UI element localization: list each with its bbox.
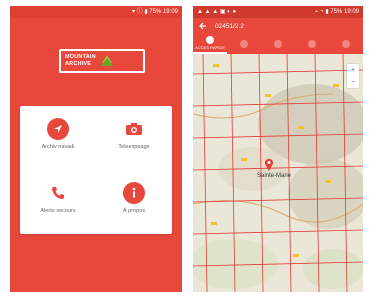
- navigation-arrow-icon: [47, 118, 69, 140]
- menu-item-about[interactable]: À propos: [96, 170, 172, 234]
- tree-logo-icon: [100, 55, 113, 66]
- camera-icon: [123, 118, 145, 140]
- toolbar-title: 02451/2.2: [215, 22, 244, 30]
- zoom-out-button[interactable]: −: [351, 79, 355, 86]
- tab-icon: [342, 39, 350, 48]
- home-screen: ▾ ⓘ ▮ 75% 19:09 MOUNTAIN ARCHIVE Archiv …: [10, 6, 182, 292]
- tab-4[interactable]: [295, 34, 329, 54]
- info-icon: [123, 182, 145, 204]
- app-logo: MOUNTAIN ARCHIVE: [59, 49, 145, 73]
- logo-text-line1: MOUNTAIN: [65, 54, 96, 60]
- logo-text: MOUNTAIN ARCHIVE: [65, 54, 96, 68]
- logo-text-line2: ARCHIVE: [65, 61, 92, 67]
- tab-icon: [308, 39, 316, 48]
- status-left: ▲ ▲ ▲ ▣ ◐ ●: [197, 9, 237, 15]
- tab-label: ACCES RAPIDE: [195, 45, 225, 50]
- topographic-map[interactable]: Sainte-Marie: [193, 54, 363, 292]
- menu-item-label: À propos: [122, 208, 145, 214]
- city-label: Sainte-Marie: [257, 173, 292, 179]
- status-bar: ▾ ⓘ ▮ 75% 19:09: [10, 6, 182, 18]
- tab-3[interactable]: [261, 34, 295, 54]
- status-text: ▾ ⓘ ▮ 75% 19:09: [131, 9, 178, 15]
- target-icon: [206, 36, 214, 44]
- menu-item-camera[interactable]: Teleexpeage: [96, 106, 172, 170]
- map-screen: ▲ ▲ ▲ ▣ ◐ ● ⌁ ◔ ▮ 75% 19:09 02451/2.2 AC…: [193, 6, 363, 292]
- tab-icon: [274, 39, 282, 48]
- tab-icon: [240, 39, 248, 48]
- tab-2[interactable]: [227, 34, 261, 54]
- zoom-controls: + −: [347, 64, 359, 88]
- location-pin-icon[interactable]: [264, 158, 274, 172]
- menu-card: Archiv navadi Teleexpeage Alerte secours…: [20, 106, 172, 234]
- app-toolbar: 02451/2.2: [193, 18, 363, 34]
- menu-item-emergency-call[interactable]: Alerte secours: [20, 170, 96, 234]
- menu-item-label: Alerte secours: [40, 208, 76, 214]
- tab-5[interactable]: [329, 34, 363, 54]
- menu-item-label: Archiv navadi: [41, 144, 75, 150]
- phone-icon: [47, 182, 69, 204]
- tab-bar: ACCES RAPIDE: [193, 34, 363, 54]
- status-bar: ▲ ▲ ▲ ▣ ◐ ● ⌁ ◔ ▮ 75% 19:09: [193, 6, 363, 18]
- menu-item-navigation[interactable]: Archiv navadi: [20, 106, 96, 170]
- tab-quick-access[interactable]: ACCES RAPIDE: [193, 34, 227, 54]
- menu-item-label: Teleexpeage: [118, 144, 150, 150]
- screenshot-canvas: ▾ ⓘ ▮ 75% 19:09 MOUNTAIN ARCHIVE Archiv …: [0, 0, 370, 298]
- status-right: ⌁ ◔ ▮ 75% 19:09: [314, 9, 359, 15]
- back-arrow-icon[interactable]: [199, 22, 207, 30]
- zoom-in-button[interactable]: +: [351, 67, 355, 74]
